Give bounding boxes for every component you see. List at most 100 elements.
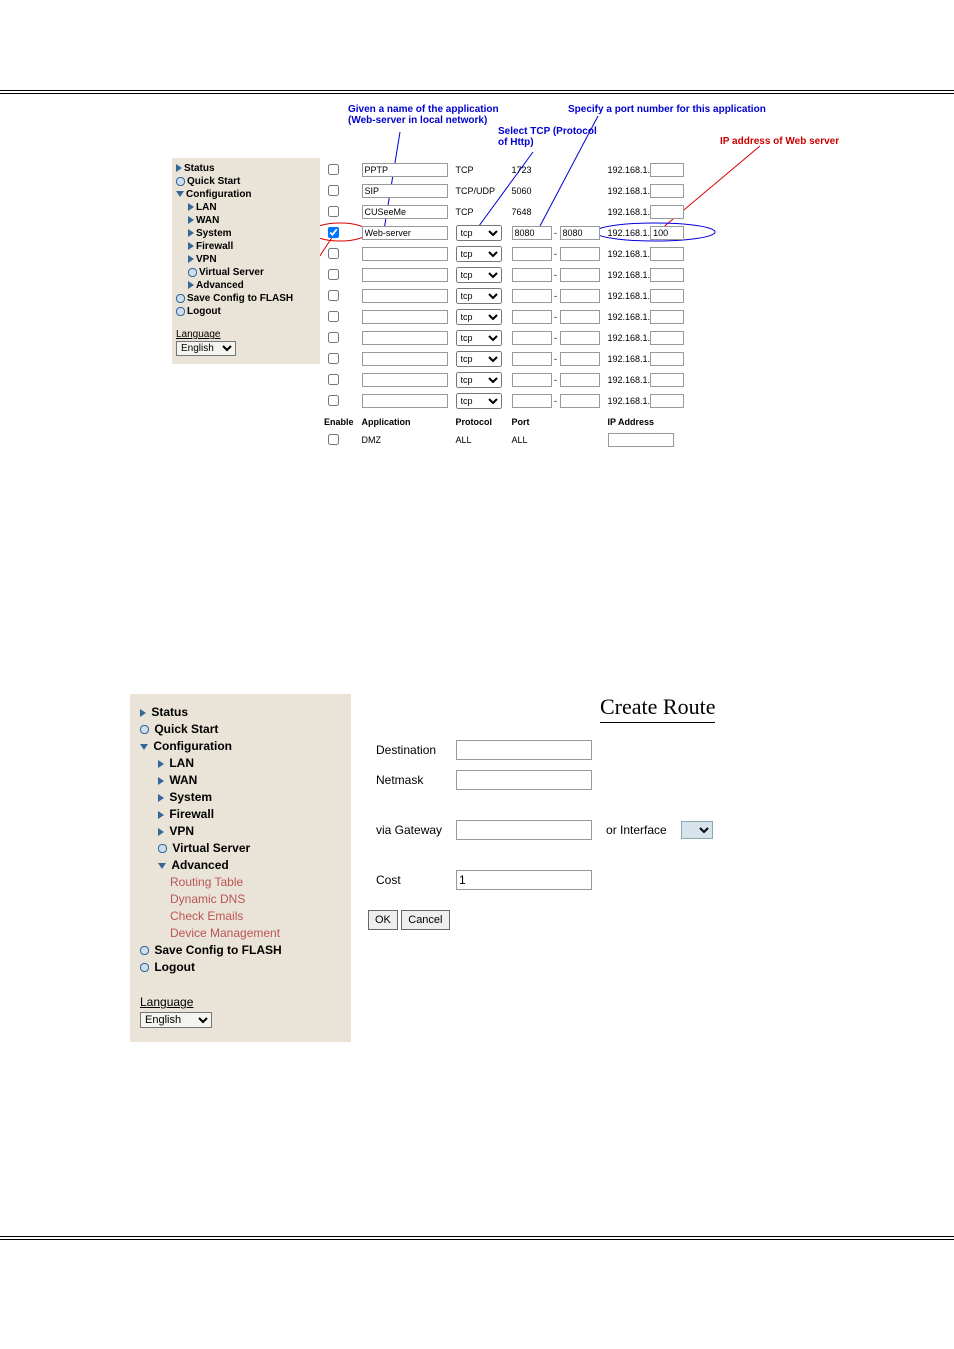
ip-input[interactable] (650, 394, 684, 408)
language-select[interactable]: English (176, 341, 236, 356)
enable-checkbox[interactable] (328, 227, 339, 238)
nav-virtual-server[interactable]: Virtual Server (188, 266, 316, 279)
netmask-input[interactable] (456, 770, 592, 790)
port-start-input[interactable] (512, 352, 552, 366)
port-start-input[interactable] (512, 289, 552, 303)
protocol-select[interactable]: tcp (456, 288, 502, 304)
application-input[interactable] (362, 163, 448, 177)
application-input[interactable] (362, 289, 448, 303)
protocol-select[interactable]: tcp (456, 246, 502, 262)
ip-input[interactable] (650, 289, 684, 303)
application-input[interactable] (362, 394, 448, 408)
port-end-input[interactable] (560, 247, 600, 261)
application-input[interactable] (362, 226, 448, 240)
enable-checkbox[interactable] (328, 290, 339, 301)
nav-vpn[interactable]: VPN (188, 253, 316, 266)
ip-input[interactable] (650, 268, 684, 282)
port-start-input[interactable] (512, 331, 552, 345)
port-end-input[interactable] (560, 226, 600, 240)
port-start-input[interactable] (512, 394, 552, 408)
protocol-select[interactable]: tcp (456, 330, 502, 346)
protocol-select[interactable]: tcp (456, 393, 502, 409)
port-end-input[interactable] (560, 373, 600, 387)
protocol-select[interactable]: tcp (456, 351, 502, 367)
nav-dynamic-dns[interactable]: Dynamic DNS (170, 891, 345, 908)
ip-input[interactable] (650, 352, 684, 366)
nav-status[interactable]: Status (176, 162, 316, 175)
nav-routing-table[interactable]: Routing Table (170, 874, 345, 891)
application-input[interactable] (362, 184, 448, 198)
cost-input[interactable] (456, 870, 592, 890)
nav-advanced[interactable]: Advanced (188, 279, 316, 292)
protocol-select[interactable]: tcp (456, 309, 502, 325)
nav-virtual-server[interactable]: Virtual Server (158, 840, 345, 857)
port-end-input[interactable] (560, 394, 600, 408)
nav-system[interactable]: System (158, 789, 345, 806)
nav-configuration[interactable]: Configuration (140, 738, 345, 755)
enable-checkbox[interactable] (328, 164, 339, 175)
application-input[interactable] (362, 373, 448, 387)
nav-device-management[interactable]: Device Management (170, 925, 345, 942)
nav-quick-start[interactable]: Quick Start (140, 721, 345, 738)
application-input[interactable] (362, 310, 448, 324)
protocol-select[interactable]: tcp (456, 267, 502, 283)
port-end-input[interactable] (560, 268, 600, 282)
application-input[interactable] (362, 205, 448, 219)
port-start-input[interactable] (512, 268, 552, 282)
nav-save[interactable]: Save Config to FLASH (140, 942, 345, 959)
application-input[interactable] (362, 247, 448, 261)
enable-checkbox[interactable] (328, 353, 339, 364)
nav-vpn[interactable]: VPN (158, 823, 345, 840)
port-end-input[interactable] (560, 331, 600, 345)
enable-checkbox[interactable] (328, 332, 339, 343)
enable-checkbox[interactable] (328, 206, 339, 217)
application-input[interactable] (362, 331, 448, 345)
cancel-button[interactable]: Cancel (401, 910, 449, 930)
nav-configuration[interactable]: Configuration (176, 188, 316, 201)
application-input[interactable] (362, 352, 448, 366)
ip-input[interactable] (650, 331, 684, 345)
language-select[interactable]: English (140, 1012, 212, 1028)
enable-checkbox[interactable] (328, 185, 339, 196)
ip-input[interactable] (650, 226, 684, 240)
port-start-input[interactable] (512, 373, 552, 387)
nav-quick-start[interactable]: Quick Start (176, 175, 316, 188)
nav-lan[interactable]: LAN (158, 755, 345, 772)
enable-checkbox[interactable] (328, 311, 339, 322)
nav-system[interactable]: System (188, 227, 316, 240)
enable-checkbox[interactable] (328, 374, 339, 385)
port-end-input[interactable] (560, 352, 600, 366)
port-start-input[interactable] (512, 247, 552, 261)
enable-checkbox[interactable] (328, 269, 339, 280)
protocol-select[interactable]: tcp (456, 372, 502, 388)
ip-input[interactable] (650, 205, 684, 219)
nav-wan[interactable]: WAN (188, 214, 316, 227)
ip-input[interactable] (608, 433, 674, 447)
nav-save[interactable]: Save Config to FLASH (176, 292, 316, 305)
port-start-input[interactable] (512, 310, 552, 324)
port-end-input[interactable] (560, 289, 600, 303)
nav-firewall[interactable]: Firewall (158, 806, 345, 823)
nav-advanced[interactable]: Advanced (158, 857, 345, 874)
nav-status[interactable]: Status (140, 704, 345, 721)
nav-firewall[interactable]: Firewall (188, 240, 316, 253)
interface-select[interactable] (681, 821, 713, 839)
ip-input[interactable] (650, 163, 684, 177)
protocol-select[interactable]: tcp (456, 225, 502, 241)
enable-checkbox[interactable] (328, 395, 339, 406)
nav-logout[interactable]: Logout (140, 959, 345, 976)
port-start-input[interactable] (512, 226, 552, 240)
nav-check-emails[interactable]: Check Emails (170, 908, 345, 925)
nav-wan[interactable]: WAN (158, 772, 345, 789)
gateway-input[interactable] (456, 820, 592, 840)
port-end-input[interactable] (560, 310, 600, 324)
enable-checkbox[interactable] (328, 248, 339, 259)
ip-input[interactable] (650, 247, 684, 261)
ip-input[interactable] (650, 310, 684, 324)
application-input[interactable] (362, 268, 448, 282)
ip-input[interactable] (650, 373, 684, 387)
enable-checkbox[interactable] (328, 434, 339, 445)
nav-logout[interactable]: Logout (176, 305, 316, 318)
ip-input[interactable] (650, 184, 684, 198)
ok-button[interactable]: OK (368, 910, 398, 930)
